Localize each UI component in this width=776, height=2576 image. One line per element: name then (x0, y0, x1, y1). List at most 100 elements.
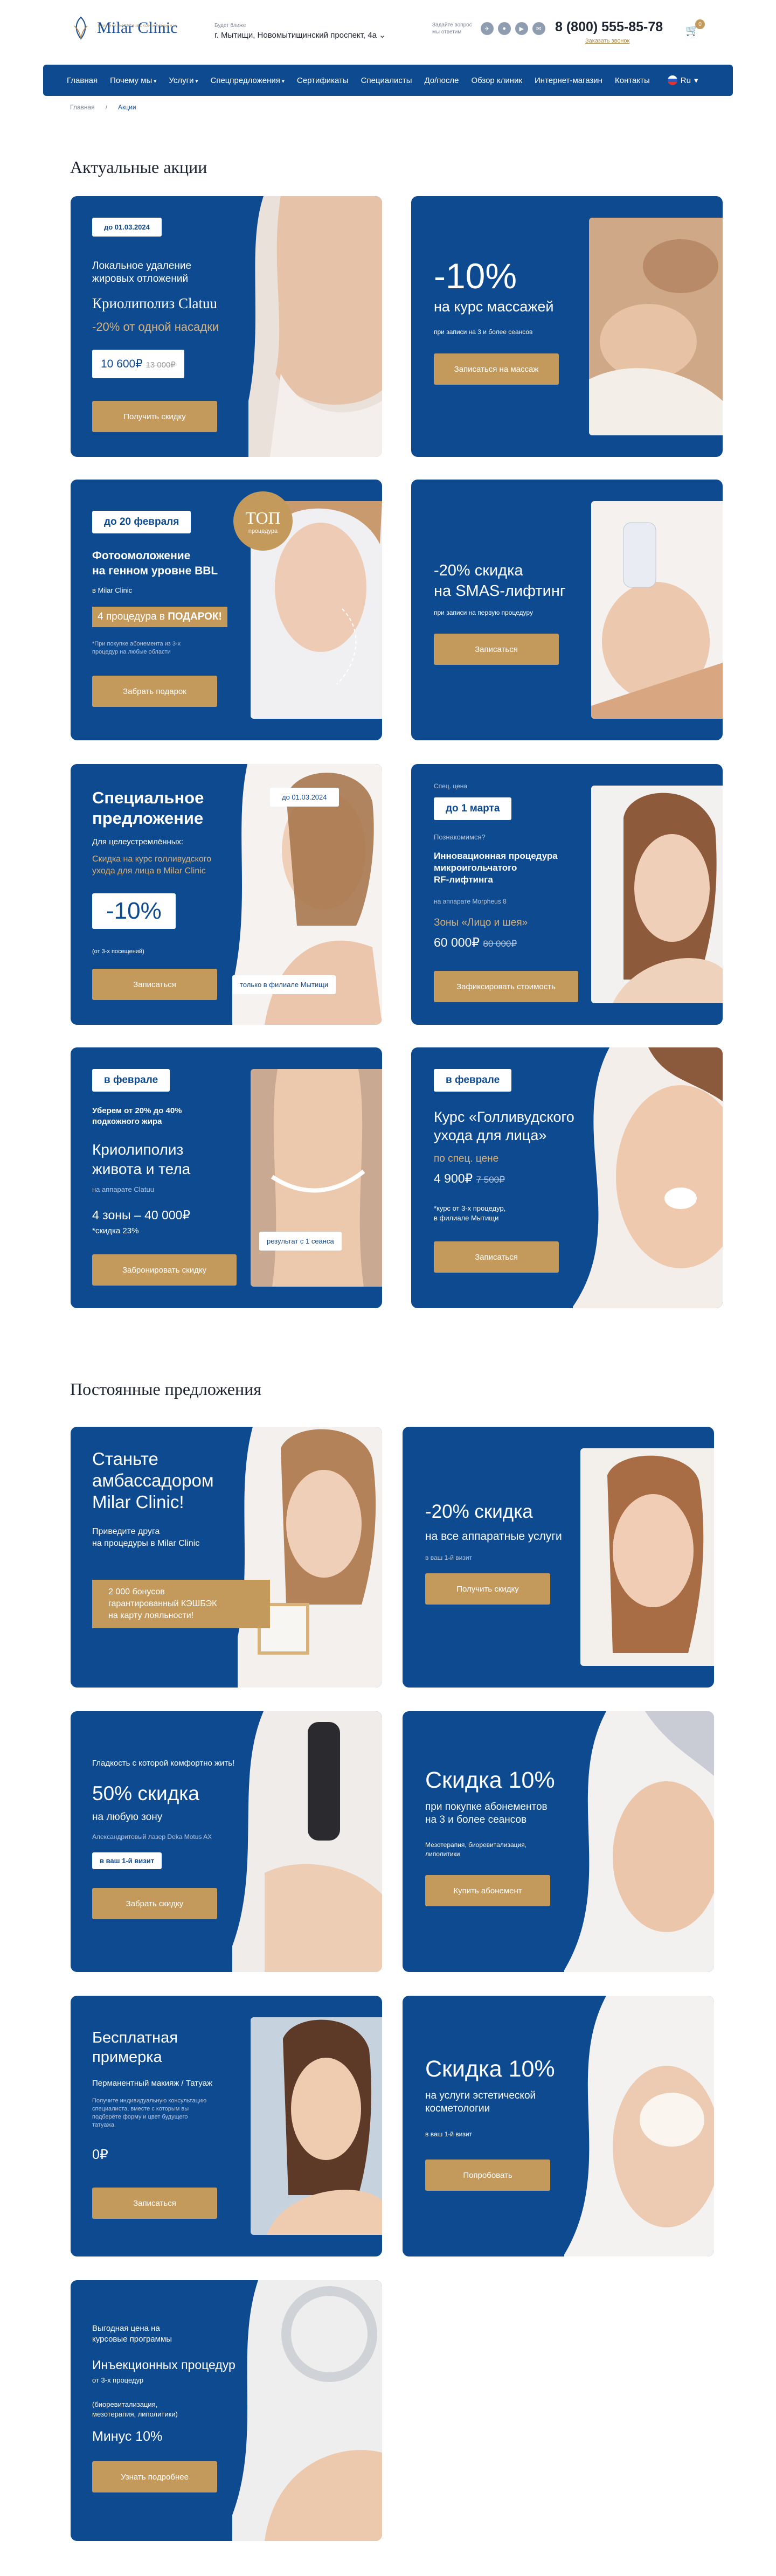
promo-date: до 01.03.2024 (270, 788, 339, 807)
try-button[interactable]: Попробовать (425, 2160, 550, 2191)
smas-signup-button[interactable]: Записаться (434, 634, 559, 665)
offer-subtitle: от 3-х процедур (92, 2376, 144, 2384)
breadcrumb-separator: / (105, 103, 108, 111)
promo-card-cryolipolysis[interactable]: до 01.03.2024 Локальное удаление жировых … (71, 196, 382, 457)
promo-note: (от 3-х посещений) (92, 948, 144, 955)
promo-subtitle: Локальное удаление жировых отложений (92, 260, 192, 284)
section-title-permanent: Постоянные предложения (70, 1379, 261, 1399)
offer-title: Станьте амбассадором Milar Clinic! (92, 1449, 214, 1512)
logo[interactable]: Milar Clinic (70, 15, 178, 41)
logo-subtitle: КЛИНИКА ЭСТЕТИЧЕСКОЙ МЕДИЦИНЫ (98, 25, 176, 28)
nav-item-certificates[interactable]: Сертификаты (297, 76, 349, 85)
language-selector[interactable]: Ru ▾ (667, 75, 698, 85)
first-visit-label: в ваш 1-й визит (92, 1852, 162, 1869)
nav-item-contacts[interactable]: Контакты (615, 76, 650, 85)
promo-card-cryo-body[interactable]: в феврале Уберем от 20% до 40% подкожного… (71, 1047, 382, 1308)
wave-decoration (531, 1996, 714, 2256)
city-selector[interactable]: Будет ближе г. Мытищи, Новомытищинский п… (214, 23, 386, 40)
promo-question: Познакомимся? (434, 833, 486, 841)
promo-big-discount: -10% (92, 893, 176, 929)
nav-item-home[interactable]: Главная (67, 76, 98, 85)
book-discount-button[interactable]: Забронировать скидку (92, 1254, 237, 1286)
get-discount-button[interactable]: Получить скидку (92, 401, 217, 432)
promo-date: до 1 марта (434, 797, 512, 820)
promo-date: в феврале (92, 1069, 170, 1092)
get-discount-button[interactable]: Забрать скидку (92, 1888, 217, 1919)
offer-card-laser[interactable]: Гладкость с которой комфортно жить! 50% … (71, 1711, 382, 1972)
nav-item-why-us[interactable]: Почему мы ▾ (110, 76, 156, 85)
nav-item-clinics[interactable]: Обзор клиник (471, 76, 522, 85)
offer-note: Мезотерапия, биоревитализация, липолитики (425, 1841, 527, 1858)
offer-price: 0₽ (92, 2147, 108, 2162)
promo-card-hollywood[interactable]: в феврале Курс «Голливудского ухода для л… (411, 1047, 723, 1308)
flag-ru-icon (667, 75, 677, 85)
social-hint: Задайте вопрос мы ответим (432, 22, 472, 35)
breadcrumb-home[interactable]: Главная (70, 103, 95, 111)
logo-text: Milar Clinic (97, 19, 178, 37)
wave-decoration (531, 1711, 714, 1972)
result-label: результат с 1 сеанса (259, 1232, 342, 1251)
chevron-down-icon: ▾ (281, 78, 285, 85)
chevron-down-icon: ▾ (154, 78, 157, 85)
offer-note: в ваш 1-й визит (425, 2130, 473, 2138)
promo-card-massage[interactable]: -10% на курс массажей при записи на 3 и … (411, 196, 723, 457)
promo-card-morpheus[interactable]: Спец. цена до 1 марта Познакомимся? Инно… (411, 764, 723, 1025)
nav-item-services[interactable]: Услуги ▾ (169, 76, 198, 85)
offer-kicker: Гладкость с которой комфортно жить! (92, 1759, 235, 1768)
promo-title: Криолиполиз живота и тела (92, 1141, 191, 1177)
old-price: 13 000₽ (146, 360, 176, 370)
promo-price: 4 900₽ 7 500₽ (434, 1171, 505, 1185)
get-gift-button[interactable]: Забрать подарок (92, 676, 217, 707)
top-procedure-badge: ТОП процедура (233, 491, 293, 551)
promo-photo (580, 1448, 714, 1666)
telegram-icon[interactable]: ✈ (480, 22, 494, 35)
promo-gift: 4 процедура в ПОДАРОК! (92, 607, 227, 627)
offer-card-cosmetology[interactable]: Скидка 10% на услуги эстетической космето… (403, 1996, 714, 2256)
wave-decoration (199, 196, 382, 457)
offer-subtitle: на все аппаратные услуги (425, 1530, 562, 1543)
promo-big-discount: -10% (434, 256, 517, 296)
youtube-icon[interactable]: ▶ (515, 22, 528, 35)
callback-link[interactable]: Заказать звонок (585, 38, 629, 44)
offer-subtitle: при покупке абонементов на 3 и более сеан… (425, 1801, 548, 1825)
signup-button[interactable]: Записаться (434, 1241, 559, 1273)
get-discount-button[interactable]: Получить скидку (425, 1573, 550, 1605)
offer-card-ambassador[interactable]: Станьте амбассадором Milar Clinic! Приведи… (71, 1427, 382, 1688)
promo-card-smas[interactable]: -20% скидка на SMAS-лифтинг при записи на… (411, 480, 723, 740)
offer-device: Александритовый лазер Deka Motus AX (92, 1833, 212, 1841)
promo-card-special[interactable]: Специальное предложение Для целеустремлён… (71, 764, 382, 1025)
vk-icon[interactable]: ● (497, 22, 511, 35)
offer-card-hardware[interactable]: -20% скидка на все аппаратные услуги в в… (403, 1427, 714, 1688)
promo-title: Курс «Голливудского ухода для лица» (434, 1109, 574, 1143)
wave-decoration (539, 1047, 723, 1308)
logo-mark-icon (74, 16, 88, 40)
promo-price: 60 000₽ 80 000₽ (434, 935, 517, 949)
nav-item-shop[interactable]: Интернет-магазин (535, 76, 602, 85)
breadcrumb-current: Акции (118, 103, 136, 111)
signup-button[interactable]: Записаться (92, 2188, 217, 2219)
nav-item-special-offers[interactable]: Спецпредложения ▾ (211, 76, 285, 85)
learn-more-button[interactable]: Узнать подробнее (92, 2461, 217, 2492)
old-price: 7 500₽ (476, 1175, 505, 1185)
promo-card-bbl[interactable]: ТОП процедура до 20 февраля Фотоомоложени… (71, 480, 382, 740)
signup-button[interactable]: Записаться (92, 969, 217, 1000)
promo-title: на курс массажей (434, 298, 554, 315)
old-price: 80 000₽ (483, 939, 517, 949)
nav-item-specialists[interactable]: Специалисты (361, 76, 412, 85)
promo-date: до 01.03.2024 (92, 218, 162, 237)
massage-signup-button[interactable]: Записаться на массаж (434, 353, 559, 385)
phone-number[interactable]: 8 (800) 555-85-78 (555, 19, 663, 35)
buy-subscription-button[interactable]: Купить абонемент (425, 1875, 550, 1906)
fix-price-button[interactable]: Зафиксировать стоимость (434, 971, 578, 1002)
nav-item-before-after[interactable]: До/после (425, 76, 459, 85)
offer-discount: Минус 10% (92, 2429, 163, 2444)
offer-card-fitting[interactable]: Бесплатная примерка Перманентный макияж /… (71, 1996, 382, 2256)
mail-icon[interactable]: ✉ (532, 22, 545, 35)
offer-card-injections[interactable]: Выгодная цена на курсовые программы Инъек… (71, 2280, 382, 2541)
bonus-label: 2 000 бонусов гарантированный КЭШБЭК на ка… (92, 1580, 270, 1628)
branch-label: только в филиале Мытищи (232, 975, 336, 994)
promo-subtitle: Для целеустремлённых: (92, 837, 184, 846)
offer-card-subscription[interactable]: Скидка 10% при покупке абонементов на 3 и… (403, 1711, 714, 1972)
promo-zones: Зоны «Лицо и шея» (434, 917, 528, 928)
city-value: г. Мытищи, Новомытищинский проспект, 4а … (214, 31, 386, 40)
